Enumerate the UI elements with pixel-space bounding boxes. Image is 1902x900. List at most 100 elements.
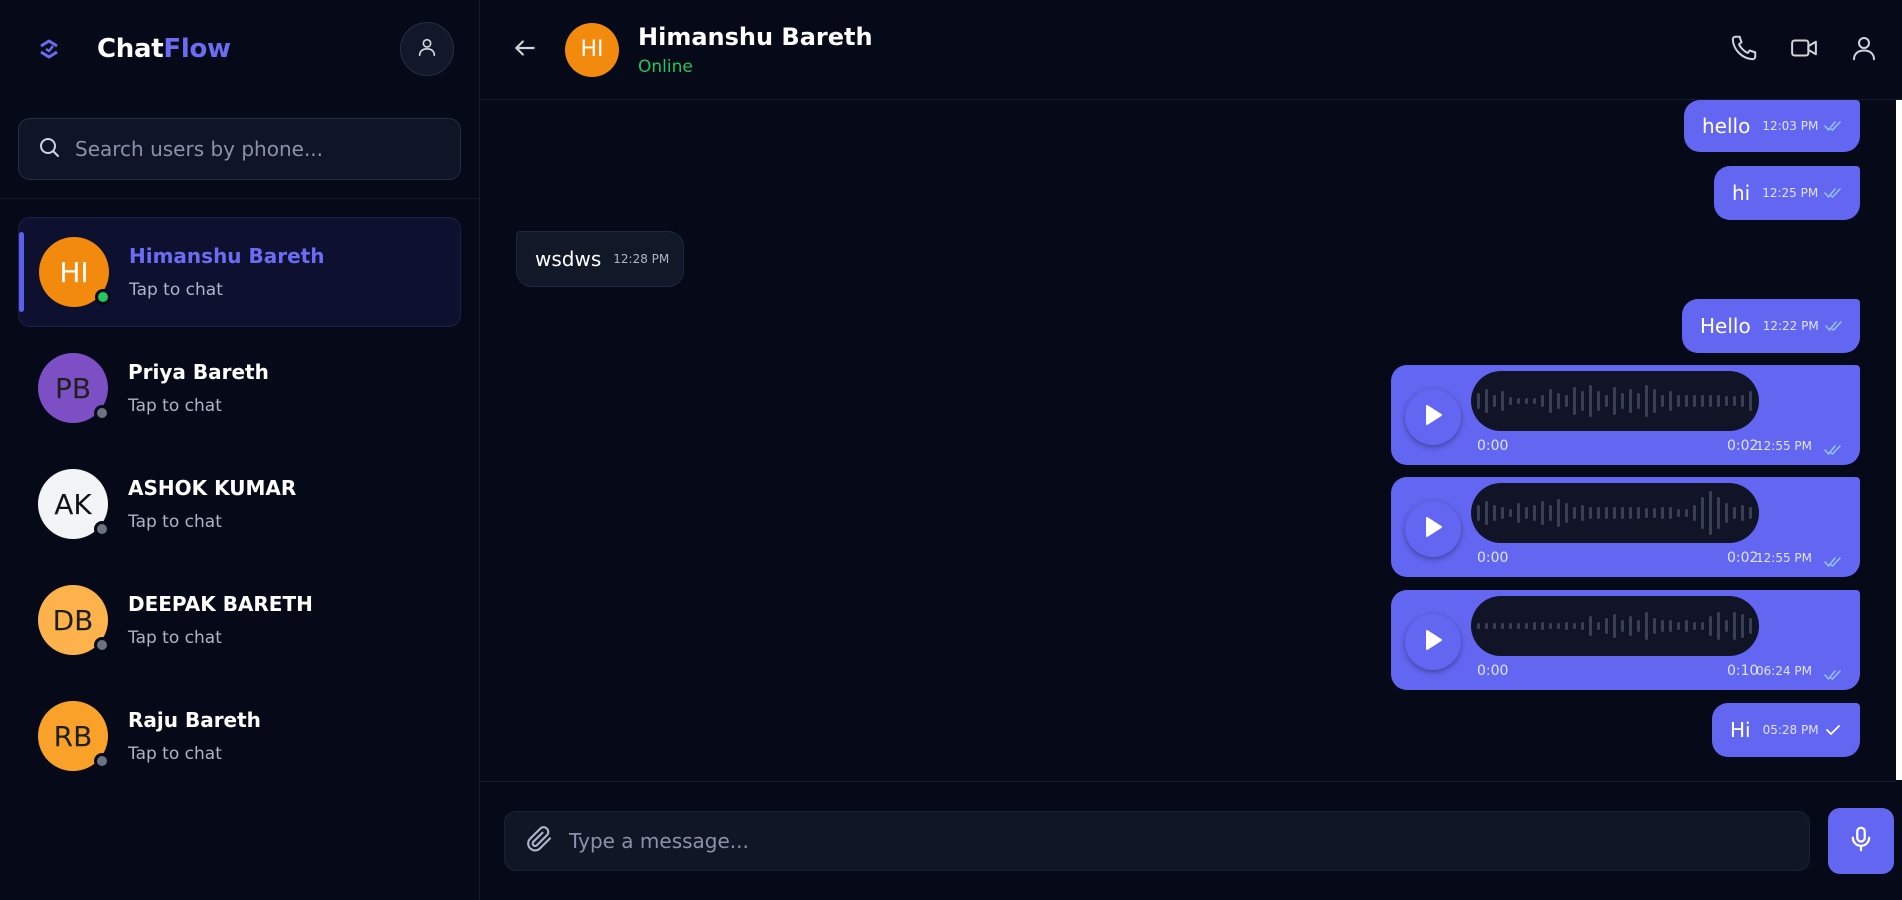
- brand: ChatFlow: [38, 34, 231, 64]
- avatar-initials: PB: [54, 371, 92, 405]
- contact-info: ASHOK KUMAR Tap to chat: [128, 476, 296, 532]
- contact-info: DEEPAK BARETH Tap to chat: [128, 592, 313, 648]
- double-check-icon: [1824, 441, 1842, 460]
- back-button[interactable]: [505, 30, 545, 70]
- contact-name: DEEPAK BARETH: [128, 592, 313, 616]
- user-icon: [1849, 33, 1879, 67]
- contact-item[interactable]: AK ASHOK KUMAR Tap to chat: [18, 449, 461, 559]
- message-bubble-outgoing[interactable]: Hi 05:28 PM: [1712, 703, 1860, 757]
- message-time: 12:25 PM: [1762, 186, 1819, 200]
- voice-record-button[interactable]: [1828, 808, 1894, 874]
- offline-status-dot: [94, 521, 110, 537]
- chevrons-logo-icon: [38, 38, 60, 60]
- brand-name-part2: Flow: [163, 34, 231, 64]
- voice-call-button[interactable]: [1724, 30, 1764, 70]
- chat-app: ChatFlow Search users by phone... HI Him…: [0, 0, 1902, 900]
- chat-panel: HI Himanshu Bareth Online hello 12:03 PM…: [480, 0, 1902, 900]
- waveform[interactable]: [1471, 483, 1759, 543]
- user-icon: [416, 36, 438, 62]
- contact-subtitle: Tap to chat: [128, 512, 222, 532]
- voice-message: 0:00 0:02 12:55 PM: [1391, 477, 1860, 577]
- contact-name: Priya Bareth: [128, 360, 269, 384]
- avatar: PB: [38, 353, 110, 423]
- play-button[interactable]: [1405, 389, 1461, 445]
- search-box: [18, 118, 461, 180]
- waveform-bars: [1477, 385, 1752, 417]
- voice-duration: 0:02: [1727, 550, 1759, 566]
- chat-contact-info: Himanshu Bareth Online: [638, 23, 873, 77]
- video-call-button[interactable]: [1784, 30, 1824, 70]
- waveform[interactable]: [1471, 371, 1759, 431]
- message-input[interactable]: [569, 829, 1789, 853]
- scrollbar-thumb[interactable]: [1896, 100, 1902, 780]
- voice-duration: 0:02: [1727, 438, 1759, 454]
- message-text: hello: [1702, 114, 1751, 138]
- double-check-icon: [1824, 120, 1842, 132]
- contact-list: HI Himanshu Bareth Tap to chat PB Priya …: [0, 199, 479, 791]
- contact-info: Raju Bareth Tap to chat: [128, 708, 261, 764]
- avatar-initials: HI: [59, 255, 89, 289]
- contact-info-button[interactable]: [1844, 30, 1884, 70]
- double-check-icon: [1824, 187, 1842, 199]
- avatar-initials: DB: [52, 603, 94, 637]
- arrow-left-icon: [512, 35, 538, 65]
- contact-name: Himanshu Bareth: [129, 244, 325, 268]
- contact-info: Priya Bareth Tap to chat: [128, 360, 269, 416]
- message-composer: [480, 782, 1902, 900]
- contact-item[interactable]: PB Priya Bareth Tap to chat: [18, 333, 461, 443]
- chat-contact-name: Himanshu Bareth: [638, 22, 873, 51]
- avatar: AK: [38, 469, 110, 539]
- play-button[interactable]: [1405, 614, 1461, 670]
- contact-subtitle: Tap to chat: [129, 280, 223, 300]
- offline-status-dot: [94, 637, 110, 653]
- video-icon: [1789, 33, 1819, 67]
- profile-button[interactable]: [400, 22, 454, 76]
- play-icon: [1423, 516, 1443, 542]
- message-bubble-outgoing[interactable]: hi 12:25 PM: [1714, 166, 1860, 220]
- check-icon: [1825, 724, 1841, 736]
- message-text: Hello: [1700, 314, 1751, 338]
- message-list: hello 12:03 PM hi 12:25 PM wsdws 12:28 P…: [480, 100, 1902, 782]
- message-time: 12:03 PM: [1762, 119, 1819, 133]
- message-time: 12:22 PM: [1762, 319, 1819, 333]
- sidebar-header: ChatFlow: [0, 0, 479, 98]
- play-icon: [1423, 404, 1443, 430]
- message-bubble-outgoing[interactable]: hello 12:03 PM: [1684, 100, 1860, 152]
- contact-name: ASHOK KUMAR: [128, 476, 297, 500]
- avatar: HI: [39, 237, 111, 307]
- message-bubble-incoming[interactable]: wsdws 12:28 PM: [516, 231, 684, 287]
- message-time: 12:55 PM: [1756, 551, 1812, 565]
- waveform-bars: [1477, 491, 1752, 535]
- contact-info: Himanshu Bareth Tap to chat: [129, 244, 324, 300]
- contact-item[interactable]: RB Raju Bareth Tap to chat: [18, 681, 461, 791]
- message-time: 05:28 PM: [1762, 723, 1819, 737]
- sidebar: ChatFlow Search users by phone... HI Him…: [0, 0, 480, 900]
- phone-icon: [1729, 33, 1759, 67]
- avatar: DB: [38, 585, 110, 655]
- voice-elapsed-time: 0:00: [1477, 663, 1509, 679]
- voice-elapsed-time: 0:00: [1477, 550, 1509, 566]
- chat-contact-status: Online: [638, 56, 693, 77]
- search-section: [0, 98, 479, 199]
- search-icon: [37, 135, 61, 163]
- avatar: RB: [38, 701, 110, 771]
- contact-item[interactable]: DB DEEPAK BARETH Tap to chat: [18, 565, 461, 675]
- message-text: Hi: [1730, 718, 1751, 742]
- offline-status-dot: [94, 405, 110, 421]
- contact-subtitle: Tap to chat: [128, 628, 222, 648]
- chat-avatar-initials: HI: [580, 37, 604, 62]
- contact-item[interactable]: HI Himanshu Bareth Tap to chat: [18, 217, 461, 327]
- contact-subtitle: Tap to chat: [128, 744, 222, 764]
- contact-subtitle: Tap to chat: [128, 396, 222, 416]
- voice-message: 0:00 0:10 06:24 PM: [1391, 590, 1860, 690]
- waveform[interactable]: [1471, 596, 1759, 656]
- message-time: 12:55 PM: [1756, 439, 1812, 453]
- message-bubble-outgoing[interactable]: Hello 12:22 PM: [1682, 299, 1860, 353]
- paperclip-icon[interactable]: [525, 824, 555, 858]
- brand-name: ChatFlow: [97, 34, 231, 64]
- search-input[interactable]: [75, 137, 442, 161]
- message-scrollbar[interactable]: [1896, 100, 1902, 782]
- play-button[interactable]: [1405, 501, 1461, 557]
- double-check-icon: [1824, 320, 1843, 332]
- message-time: 12:28 PM: [613, 252, 670, 266]
